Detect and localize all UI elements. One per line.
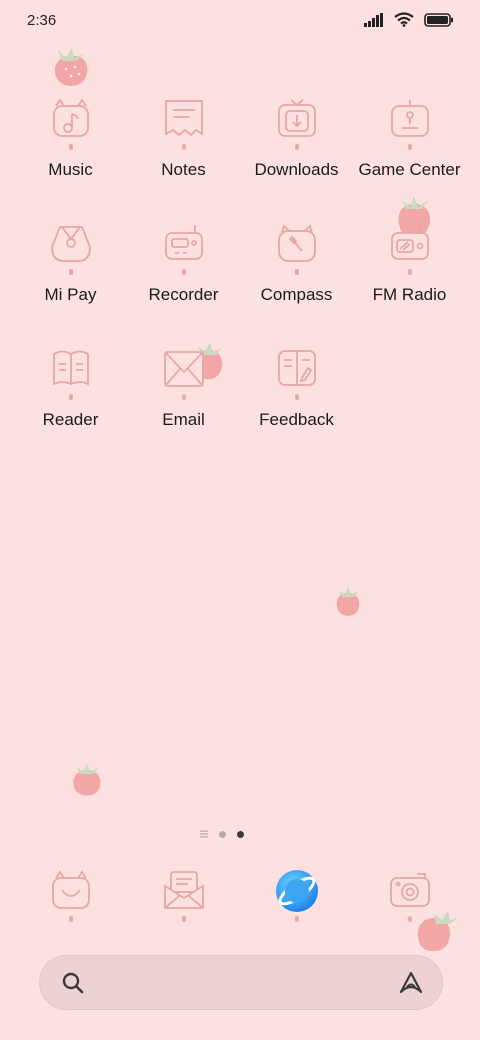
wifi-icon xyxy=(394,12,414,27)
app-dot xyxy=(407,916,412,922)
dock-messages[interactable] xyxy=(127,868,240,928)
app-compass[interactable]: Compass xyxy=(240,221,353,346)
app-dot xyxy=(181,269,186,275)
voice-assistant-icon[interactable] xyxy=(397,970,425,996)
app-label: Game Center xyxy=(358,160,461,179)
camera-icon xyxy=(389,873,430,907)
downloads-icon xyxy=(277,99,316,137)
app-dot xyxy=(294,916,299,922)
dock xyxy=(14,868,466,928)
dock-camera[interactable] xyxy=(353,868,466,928)
app-label: Music xyxy=(48,160,93,179)
dock-phone[interactable] xyxy=(14,868,127,928)
messages-icon xyxy=(163,871,204,909)
app-recorder[interactable]: Recorder xyxy=(127,221,240,346)
page-indicator xyxy=(200,830,244,838)
app-downloads[interactable]: Downloads xyxy=(240,96,353,221)
strawberry-decoration-icon xyxy=(73,763,101,796)
app-game-center[interactable]: Game Center xyxy=(353,96,466,221)
app-label: Reader xyxy=(42,410,99,429)
page-dot[interactable] xyxy=(219,830,226,838)
app-label: Downloads xyxy=(254,160,339,179)
app-dot xyxy=(68,394,73,400)
status-time: 2:36 xyxy=(27,12,57,29)
game-center-icon xyxy=(390,100,429,137)
app-dot xyxy=(181,394,186,400)
search-bar[interactable] xyxy=(39,955,443,1010)
music-icon xyxy=(52,98,89,137)
fm-radio-icon xyxy=(390,225,429,260)
phone-icon xyxy=(51,870,90,909)
app-dot xyxy=(407,269,412,275)
app-label: FM Radio xyxy=(372,285,447,304)
reader-icon xyxy=(52,350,89,386)
feedback-icon xyxy=(277,350,316,386)
strawberry-decoration-icon xyxy=(336,587,360,616)
page-dot-active[interactable] xyxy=(237,830,244,838)
battery-icon xyxy=(424,12,453,27)
browser-icon xyxy=(275,870,318,912)
app-dot xyxy=(68,269,73,275)
app-dot xyxy=(68,916,73,922)
app-fm-radio[interactable]: FM Radio xyxy=(353,221,466,346)
app-label: Email xyxy=(162,410,205,429)
app-label: Feedback xyxy=(259,410,334,429)
app-label: Mi Pay xyxy=(44,285,97,304)
app-music[interactable]: Music xyxy=(14,96,127,221)
recorder-icon xyxy=(164,225,203,260)
app-notes[interactable]: Notes xyxy=(127,96,240,221)
app-dot xyxy=(181,144,186,150)
app-label: Notes xyxy=(161,160,206,179)
app-list-icon[interactable] xyxy=(200,830,208,838)
notes-icon xyxy=(164,100,203,137)
strawberry-decoration-icon xyxy=(54,48,88,86)
dock-browser[interactable] xyxy=(240,868,353,928)
mi-pay-icon xyxy=(50,226,91,262)
app-dot xyxy=(294,144,299,150)
compass-icon xyxy=(277,224,316,262)
search-icon xyxy=(62,972,84,994)
app-dot xyxy=(181,916,186,922)
app-dot xyxy=(294,269,299,275)
app-email[interactable]: Email xyxy=(127,346,240,471)
app-reader[interactable]: Reader xyxy=(14,346,127,471)
email-icon xyxy=(163,351,204,387)
app-dot xyxy=(294,394,299,400)
app-label: Compass xyxy=(260,285,333,304)
status-icons xyxy=(364,12,454,27)
app-grid: Music Notes Downloads Game Center Mi Pay… xyxy=(14,96,466,471)
app-dot xyxy=(407,144,412,150)
app-mi-pay[interactable]: Mi Pay xyxy=(14,221,127,346)
app-dot xyxy=(68,144,73,150)
signal-icon xyxy=(364,12,383,27)
app-feedback[interactable]: Feedback xyxy=(240,346,353,471)
status-bar: 2:36 xyxy=(0,0,480,42)
app-label: Recorder xyxy=(148,285,219,304)
